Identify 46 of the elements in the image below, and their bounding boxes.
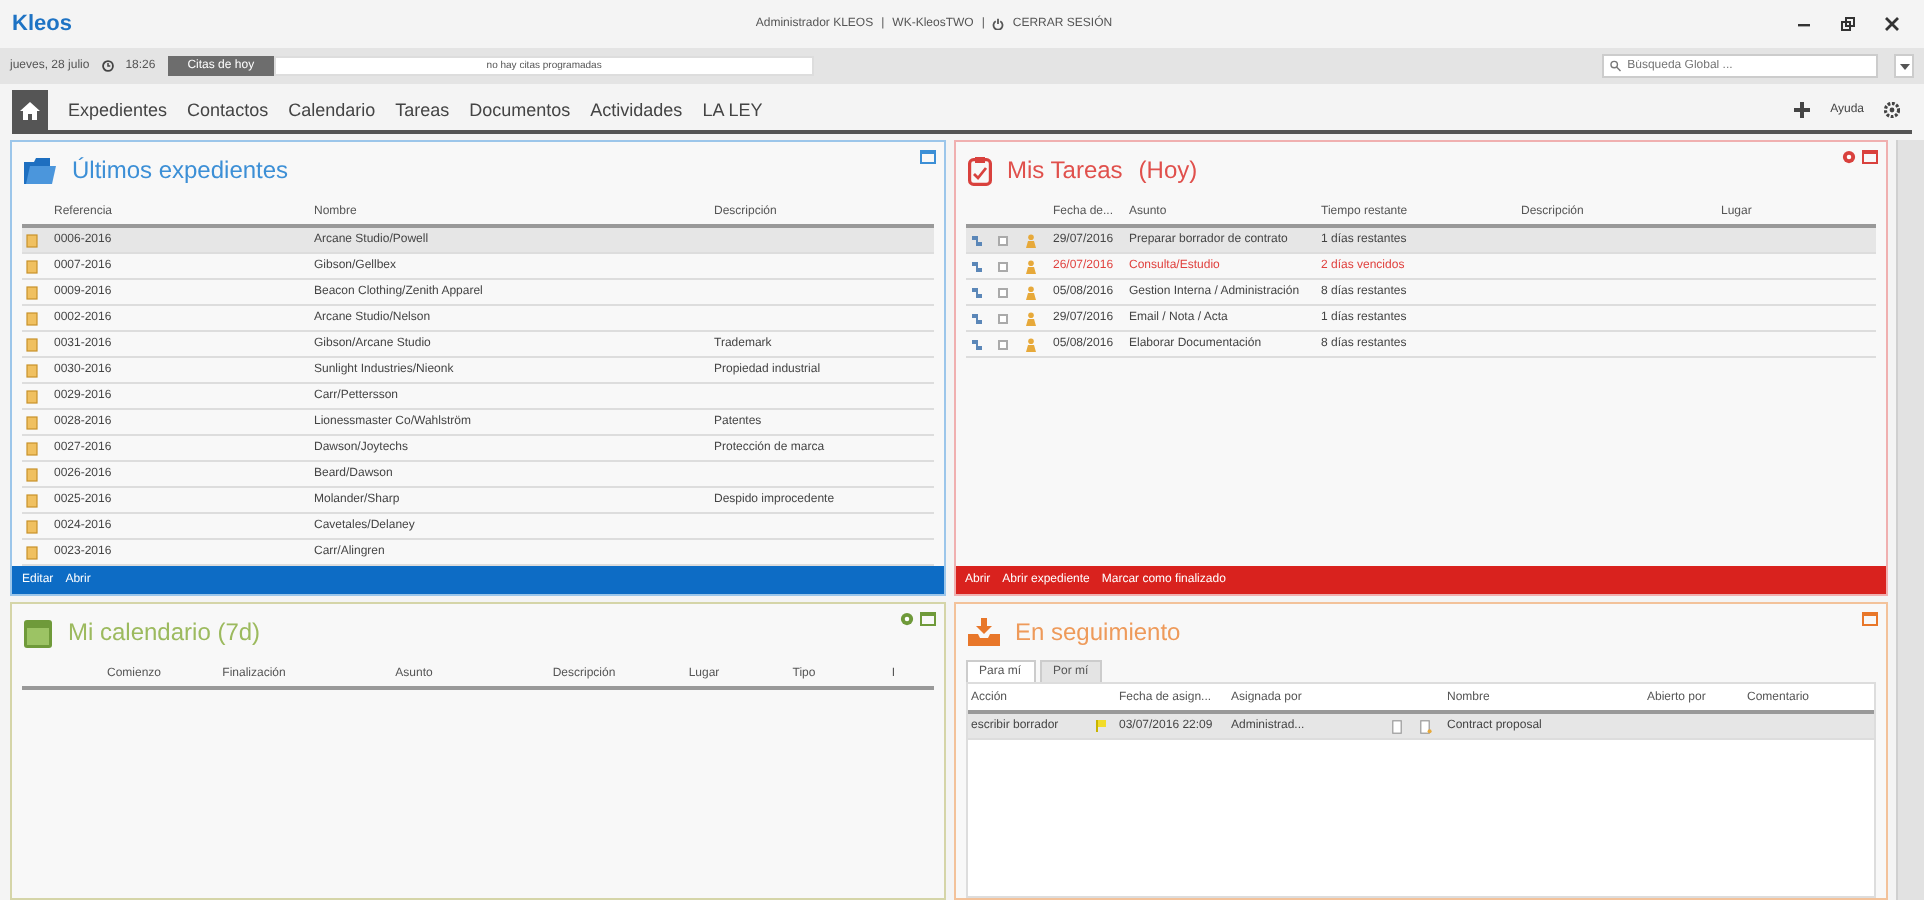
panel-title: Últimos expedientes <box>72 156 289 184</box>
close-icon[interactable] <box>1884 16 1900 32</box>
panel-title: En seguimiento <box>1015 618 1181 646</box>
home-icon <box>20 101 40 119</box>
nav-item[interactable]: Tareas <box>395 100 450 120</box>
restore-icon[interactable] <box>1840 16 1856 32</box>
power-icon[interactable] <box>992 18 1005 30</box>
clipboard-icon <box>967 155 991 185</box>
person-icon <box>1025 233 1035 247</box>
nav-item[interactable]: Documentos <box>469 100 571 120</box>
maximize-icon[interactable] <box>919 150 935 164</box>
folder-icon <box>24 155 56 185</box>
flag-icon <box>1095 720 1105 732</box>
app-title: Kleos <box>12 12 72 36</box>
settings-icon[interactable] <box>1884 102 1900 118</box>
inbox-download-icon <box>967 618 999 646</box>
document-icon <box>1419 719 1431 733</box>
person-icon <box>1025 285 1035 299</box>
caret-icon <box>1899 63 1909 69</box>
nav-item[interactable]: Actividades <box>590 100 683 120</box>
person-icon <box>1025 337 1035 351</box>
panel-subtitle: (Hoy) <box>1138 156 1198 184</box>
task-checkbox[interactable] <box>997 287 1007 297</box>
panel-title: Mi calendario (7d) <box>68 618 261 646</box>
nav-item[interactable]: Contactos <box>187 100 269 120</box>
person-icon <box>1025 311 1035 325</box>
maximize-icon[interactable] <box>1862 150 1878 164</box>
calendar-icon <box>24 617 52 647</box>
panel-title: Mis Tareas <box>1007 156 1123 184</box>
document-icon <box>1391 719 1401 733</box>
nav-item[interactable]: LA LEY <box>702 100 763 120</box>
home-button[interactable] <box>12 90 48 130</box>
search-icon <box>1610 60 1622 72</box>
add-icon[interactable] <box>1794 102 1811 118</box>
settings-icon[interactable] <box>1842 150 1856 164</box>
nav-item[interactable]: Expedientes <box>68 100 168 120</box>
person-icon <box>1025 259 1035 273</box>
task-checkbox[interactable] <box>997 261 1007 271</box>
task-checkbox[interactable] <box>997 339 1007 349</box>
nav-item[interactable]: Calendario <box>288 100 376 120</box>
task-checkbox[interactable] <box>997 313 1007 323</box>
maximize-icon[interactable] <box>1862 612 1878 626</box>
clock-icon <box>101 60 114 72</box>
maximize-icon[interactable] <box>919 612 935 626</box>
task-checkbox[interactable] <box>997 235 1007 245</box>
dropdown-button[interactable] <box>1894 54 1914 78</box>
